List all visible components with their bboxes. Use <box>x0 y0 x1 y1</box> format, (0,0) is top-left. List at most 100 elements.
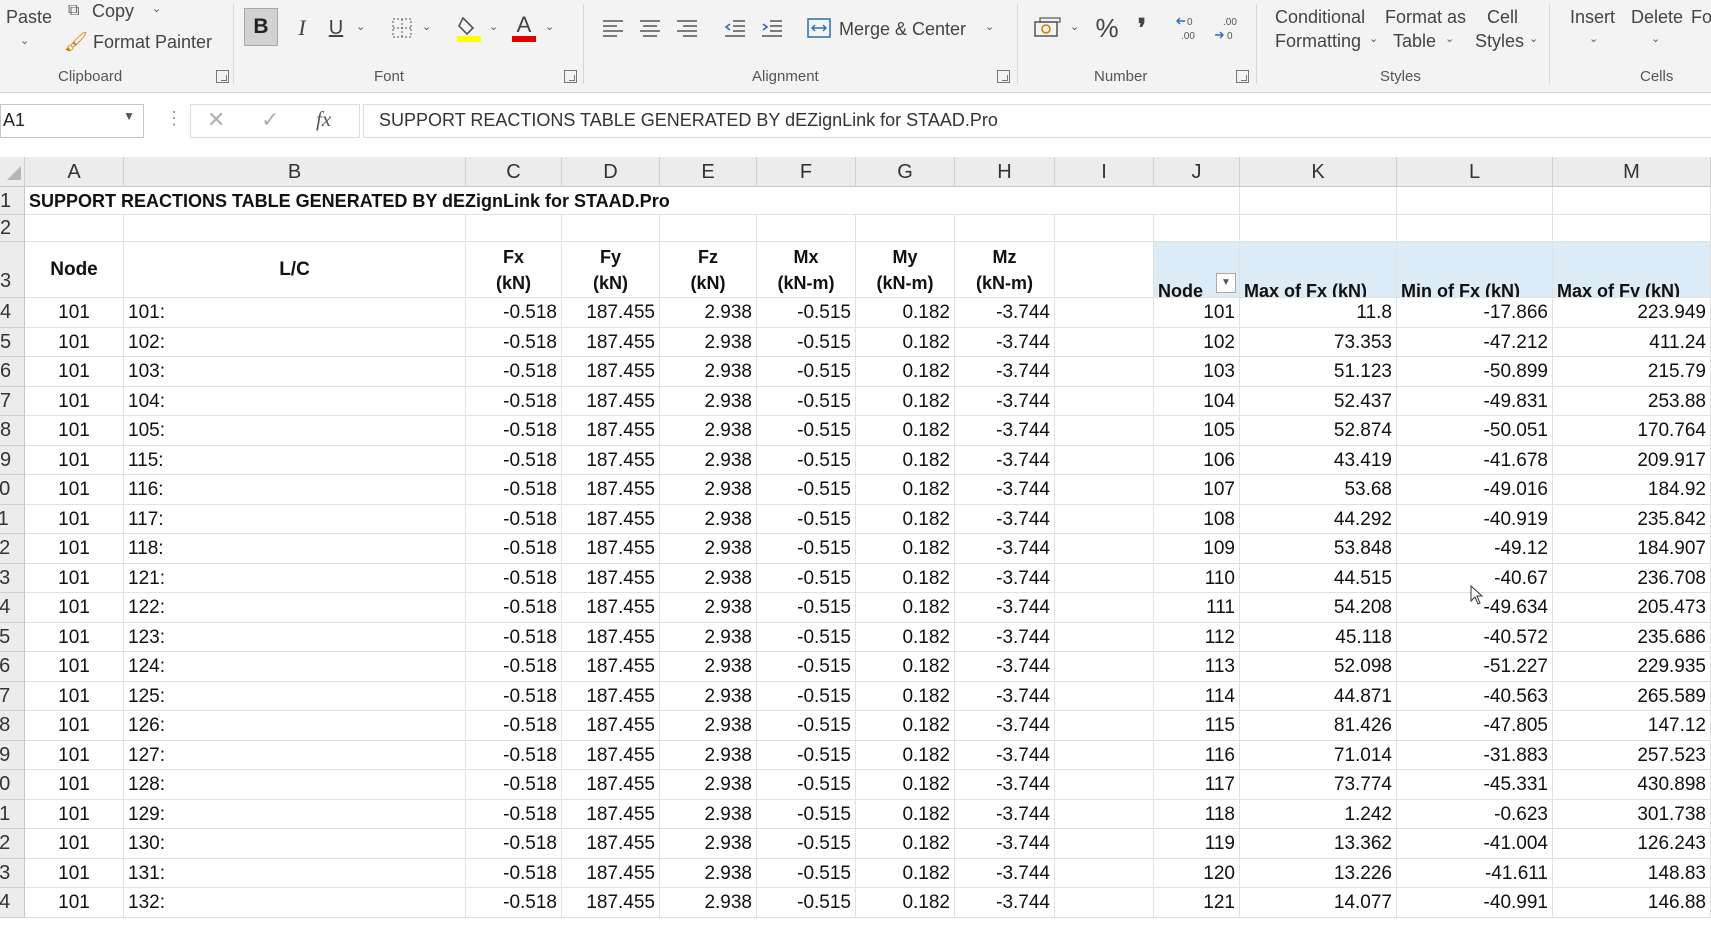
pivot-cell-node[interactable]: 101 <box>1154 298 1240 328</box>
select-all-corner[interactable] <box>0 157 25 187</box>
cell-my[interactable]: 0.182 <box>856 327 955 357</box>
row-header-1[interactable]: 1 <box>0 187 25 215</box>
pivot-cell-min-fx[interactable]: -40.919 <box>1397 504 1553 534</box>
cell-mx[interactable]: -0.515 <box>757 563 856 593</box>
cell-my[interactable]: 0.182 <box>856 475 955 505</box>
empty-cell[interactable] <box>1055 475 1154 505</box>
decrease-decimal-icon[interactable]: .00 0 <box>1212 10 1242 46</box>
cell-node[interactable]: 101 <box>25 652 124 682</box>
cell-fy[interactable]: 187.455 <box>562 504 660 534</box>
cell-fz[interactable]: 2.938 <box>660 327 757 357</box>
empty-cell[interactable] <box>1055 504 1154 534</box>
cell-node[interactable]: 101 <box>25 829 124 859</box>
cell-fz[interactable]: 2.938 <box>660 829 757 859</box>
cell-fx[interactable]: -0.518 <box>466 799 562 829</box>
row-header-24[interactable]: 24 <box>0 888 25 918</box>
pivot-cell-node[interactable]: 105 <box>1154 416 1240 446</box>
column-header-k[interactable]: K <box>1240 157 1397 187</box>
pivot-cell-max-fx[interactable]: 45.118 <box>1240 622 1397 652</box>
cell-mz[interactable]: -3.744 <box>955 622 1055 652</box>
cell-fx[interactable]: -0.518 <box>466 740 562 770</box>
cell-fy[interactable]: 187.455 <box>562 475 660 505</box>
cell-node[interactable]: 101 <box>25 563 124 593</box>
cell-fx[interactable]: -0.518 <box>466 534 562 564</box>
cell-lc[interactable]: 116: <box>124 475 466 505</box>
pivot-cell-max-fy[interactable]: 257.523 <box>1553 740 1711 770</box>
cell-node[interactable]: 101 <box>25 711 124 741</box>
pivot-cell-max-fx[interactable]: 11.8 <box>1240 298 1397 328</box>
row-header-22[interactable]: 22 <box>0 829 25 859</box>
accounting-format-icon[interactable] <box>1032 10 1064 46</box>
pivot-cell-max-fy[interactable]: 253.88 <box>1553 386 1711 416</box>
cell-fx[interactable]: -0.518 <box>466 829 562 859</box>
pivot-cell-node[interactable]: 109 <box>1154 534 1240 564</box>
cell-lc[interactable]: 132: <box>124 888 466 918</box>
column-header-g[interactable]: G <box>856 157 955 187</box>
pivot-cell-max-fx[interactable]: 1.242 <box>1240 799 1397 829</box>
cell-mz[interactable]: -3.744 <box>955 357 1055 387</box>
clipboard-launcher-icon[interactable] <box>216 70 229 83</box>
cell-mz[interactable]: -3.744 <box>955 563 1055 593</box>
cell-node[interactable]: 101 <box>25 799 124 829</box>
cell-node[interactable]: 101 <box>25 740 124 770</box>
cell-fz[interactable]: 2.938 <box>660 357 757 387</box>
pivot-cell-max-fy[interactable]: 184.907 <box>1553 534 1711 564</box>
pivot-cell-node[interactable]: 106 <box>1154 445 1240 475</box>
row-header-6[interactable]: 6 <box>0 357 25 387</box>
pivot-cell-max-fy[interactable]: 170.764 <box>1553 416 1711 446</box>
empty-cell[interactable] <box>1240 215 1397 242</box>
empty-cell[interactable] <box>1055 386 1154 416</box>
pivot-cell-min-fx[interactable]: -50.051 <box>1397 416 1553 446</box>
cell-my[interactable]: 0.182 <box>856 563 955 593</box>
column-header-b[interactable]: B <box>124 157 466 187</box>
empty-cell[interactable] <box>1055 799 1154 829</box>
row-header-5[interactable]: 5 <box>0 327 25 357</box>
cell-fy[interactable]: 187.455 <box>562 888 660 918</box>
cell-mz[interactable]: -3.744 <box>955 888 1055 918</box>
pivot-cell-node[interactable]: 110 <box>1154 563 1240 593</box>
pivot-cell-max-fx[interactable]: 53.848 <box>1240 534 1397 564</box>
cell-fx[interactable]: -0.518 <box>466 416 562 446</box>
empty-cell[interactable] <box>1055 652 1154 682</box>
pivot-cell-max-fy[interactable]: 209.917 <box>1553 445 1711 475</box>
empty-cell[interactable] <box>1154 215 1240 242</box>
empty-cell[interactable] <box>1055 622 1154 652</box>
row-header-7[interactable]: 7 <box>0 386 25 416</box>
cell-node[interactable]: 101 <box>25 386 124 416</box>
cell-mx[interactable]: -0.515 <box>757 386 856 416</box>
pivot-cell-min-fx[interactable]: -41.611 <box>1397 858 1553 888</box>
cell-mz[interactable]: -3.744 <box>955 799 1055 829</box>
cell-fz[interactable]: 2.938 <box>660 534 757 564</box>
column-header-d[interactable]: D <box>562 157 660 187</box>
cell-fz[interactable]: 2.938 <box>660 711 757 741</box>
pivot-cell-min-fx[interactable]: -0.623 <box>1397 799 1553 829</box>
cell-fy[interactable]: 187.455 <box>562 740 660 770</box>
cell-mz[interactable]: -3.744 <box>955 711 1055 741</box>
cell-mx[interactable]: -0.515 <box>757 829 856 859</box>
row-header-14[interactable]: 14 <box>0 593 25 623</box>
cell-node[interactable]: 101 <box>25 888 124 918</box>
cell-fz[interactable]: 2.938 <box>660 416 757 446</box>
cell-fx[interactable]: -0.518 <box>466 652 562 682</box>
cell-fy[interactable]: 187.455 <box>562 327 660 357</box>
underline-button[interactable]: U <box>324 10 348 46</box>
cell-fy[interactable]: 187.455 <box>562 829 660 859</box>
pivot-cell-max-fy[interactable]: 148.83 <box>1553 858 1711 888</box>
row-header-15[interactable]: 15 <box>0 622 25 652</box>
conditional-formatting-label-1[interactable]: Conditional <box>1275 6 1365 28</box>
pivot-cell-node[interactable]: 119 <box>1154 829 1240 859</box>
empty-cell[interactable] <box>1055 416 1154 446</box>
cell-fx[interactable]: -0.518 <box>466 711 562 741</box>
pivot-cell-min-fx[interactable]: -47.212 <box>1397 327 1553 357</box>
cell-mz[interactable]: -3.744 <box>955 593 1055 623</box>
cell-my[interactable]: 0.182 <box>856 386 955 416</box>
cell-mx[interactable]: -0.515 <box>757 298 856 328</box>
pivot-cell-max-fx[interactable]: 51.123 <box>1240 357 1397 387</box>
copy-button[interactable]: Copy <box>92 0 134 22</box>
cell-mx[interactable]: -0.515 <box>757 711 856 741</box>
cell-mx[interactable]: -0.515 <box>757 534 856 564</box>
cell-lc[interactable]: 115: <box>124 445 466 475</box>
pivot-cell-node[interactable]: 107 <box>1154 475 1240 505</box>
font-launcher-icon[interactable] <box>564 70 577 83</box>
pivot-cell-max-fx[interactable]: 13.226 <box>1240 858 1397 888</box>
